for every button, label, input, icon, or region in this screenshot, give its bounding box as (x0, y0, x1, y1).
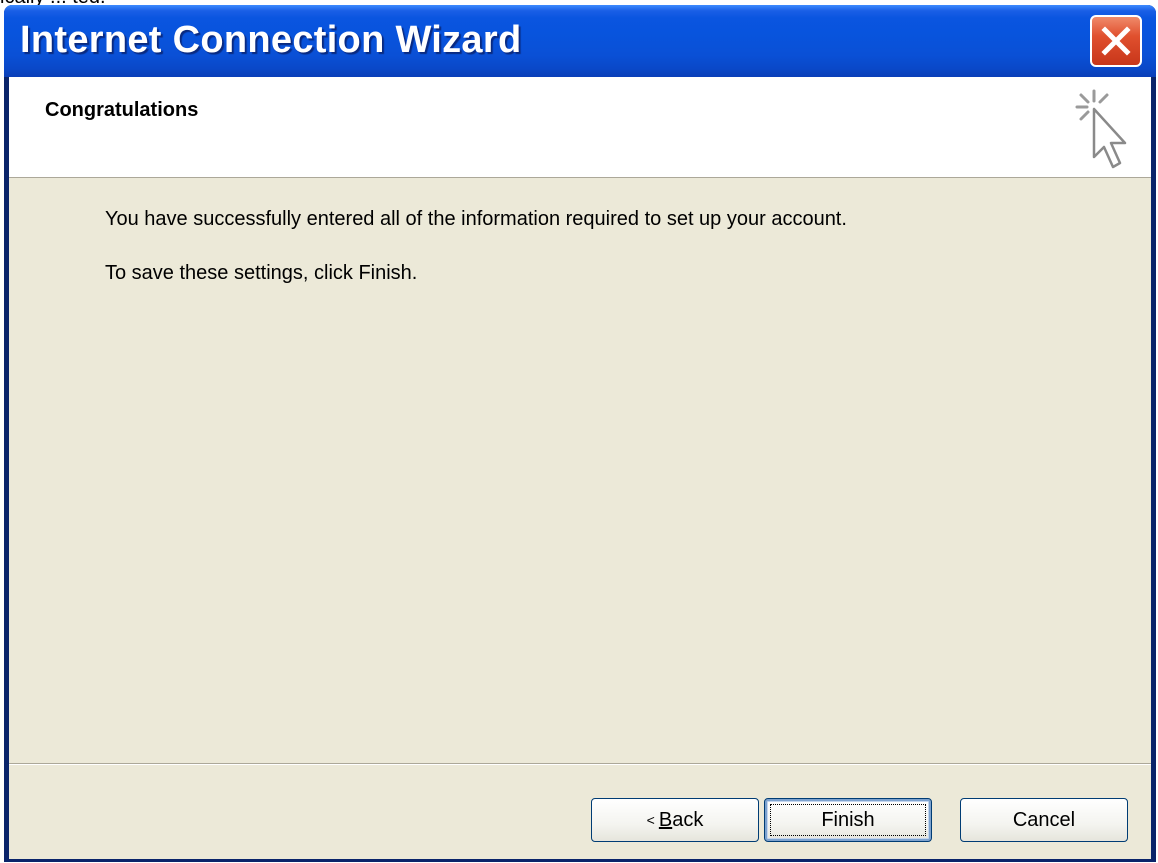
back-button[interactable]: < Back (591, 798, 759, 842)
wizard-window: Internet Connection Wizard Congratulatio… (4, 5, 1156, 862)
finish-button[interactable]: Finish (764, 798, 932, 842)
close-button[interactable] (1090, 15, 1142, 67)
wizard-client-area: Congratulations You have successfully en… (9, 77, 1151, 859)
footer-separator (9, 763, 1151, 765)
page-title: Congratulations (45, 99, 199, 121)
window-title: Internet Connection Wizard (20, 19, 522, 61)
finish-label: Finish (821, 808, 875, 831)
wizard-header: Congratulations (9, 77, 1151, 178)
back-arrow-icon: < (646, 812, 655, 828)
cancel-label: Cancel (1012, 808, 1076, 831)
success-message: You have successfully entered all of the… (105, 208, 847, 230)
instruction-message: To save these settings, click Finish. (105, 262, 418, 284)
cursor-sparkle-icon (1075, 89, 1127, 169)
cancel-button[interactable]: Cancel (960, 798, 1128, 842)
back-accelerator: B (658, 808, 673, 831)
back-label-rest: ack (672, 808, 704, 831)
title-bar[interactable]: Internet Connection Wizard (4, 5, 1156, 77)
close-icon (1101, 26, 1131, 56)
